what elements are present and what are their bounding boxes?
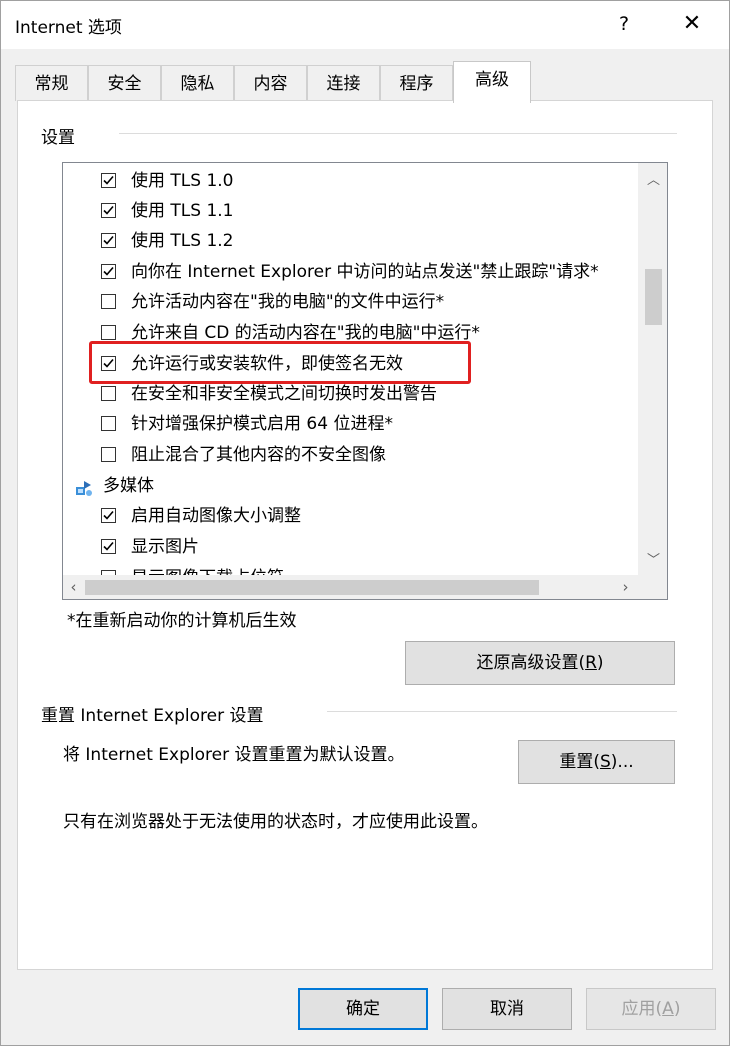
tab-security[interactable]: 安全 — [88, 65, 161, 101]
category-label: 多媒体 — [103, 476, 154, 496]
reset-description: 将 Internet Explorer 设置重置为默认设置。 — [63, 745, 405, 765]
tab-strip: 常规 安全 隐私 内容 连接 程序 高级 — [15, 61, 615, 103]
title-bar: Internet 选项 ? ✕ — [1, 1, 729, 49]
tab-content[interactable]: 内容 — [234, 65, 307, 101]
setting-label: 显示图像下载占位符 — [131, 563, 284, 575]
cancel-button[interactable]: 取消 — [442, 988, 572, 1030]
vertical-scrollbar[interactable]: ︿ ﹀ — [638, 163, 667, 575]
checkbox-checked[interactable] — [101, 173, 116, 188]
reset-button-mnemonic: S — [599, 752, 611, 772]
setting-label: 使用 TLS 1.0 — [131, 171, 234, 191]
tab-programs[interactable]: 程序 — [380, 65, 453, 101]
reset-group-divider — [327, 711, 677, 712]
checkbox-unchecked[interactable] — [101, 416, 116, 431]
checkbox-checked[interactable] — [101, 539, 116, 554]
checkbox-unchecked[interactable] — [101, 325, 116, 340]
checkbox-checked[interactable] — [101, 508, 116, 523]
settings-group-divider — [119, 133, 677, 134]
settings-group-label: 设置 — [41, 128, 75, 148]
checkbox-unchecked[interactable] — [101, 386, 116, 401]
restore-button-mnemonic: R — [585, 653, 597, 673]
dialog-title: Internet 选项 — [15, 18, 122, 38]
help-button[interactable]: ? — [599, 5, 649, 43]
multimedia-icon — [75, 477, 93, 507]
ok-button[interactable]: 确定 — [298, 988, 428, 1030]
checkbox-unchecked[interactable] — [101, 447, 116, 462]
checkbox-checked[interactable] — [101, 233, 116, 248]
tab-privacy[interactable]: 隐私 — [161, 65, 234, 101]
restore-advanced-settings-button[interactable]: 还原高级设置(R) — [405, 641, 675, 685]
apply-button-mnemonic: A — [662, 999, 674, 1019]
setting-label: 使用 TLS 1.2 — [131, 231, 234, 251]
internet-options-dialog: Internet 选项 ? ✕ 常规 安全 隐私 内容 连接 程序 高级 设置 … — [0, 0, 730, 1046]
scroll-down-arrow-icon[interactable]: ﹀ — [645, 549, 662, 568]
setting-label: 使用 TLS 1.1 — [131, 201, 234, 221]
tab-general[interactable]: 常规 — [15, 65, 88, 101]
tab-advanced[interactable]: 高级 — [453, 61, 531, 103]
restore-button-label: 还原高级设置 — [476, 653, 579, 673]
setting-label: 阻止混合了其他内容的不安全图像 — [131, 445, 386, 465]
reset-button[interactable]: 重置(S)... — [518, 740, 675, 784]
apply-button-label: 应用 — [621, 999, 656, 1019]
setting-label: 允许活动内容在"我的电脑"的文件中运行* — [131, 292, 445, 312]
setting-label: 启用自动图像大小调整 — [131, 506, 301, 526]
scroll-up-arrow-icon[interactable]: ︿ — [645, 169, 662, 188]
vertical-scroll-thumb[interactable] — [645, 269, 662, 325]
settings-list-viewport: 使用 TLS 1.0 使用 TLS 1.1 使用 TLS 1.2 向你在 Int… — [63, 163, 638, 575]
setting-label: 允许运行或安装软件，即使签名无效 — [131, 354, 403, 374]
scrollbar-corner — [638, 575, 667, 599]
setting-label: 在安全和非安全模式之间切换时发出警告 — [131, 384, 437, 404]
reset-button-label: 重置 — [559, 752, 594, 772]
restart-note: *在重新启动你的计算机后生效 — [67, 611, 297, 631]
reset-note: 只有在浏览器处于无法使用的状态时，才应使用此设置。 — [63, 812, 488, 832]
setting-label: 针对增强保护模式启用 64 位进程* — [131, 414, 393, 434]
setting-label: 允许来自 CD 的活动内容在"我的电脑"中运行* — [131, 323, 480, 343]
close-button[interactable]: ✕ — [665, 5, 719, 43]
setting-label: 显示图片 — [131, 537, 199, 557]
checkbox-checked[interactable] — [101, 264, 116, 279]
advanced-settings-list[interactable]: 使用 TLS 1.0 使用 TLS 1.1 使用 TLS 1.2 向你在 Int… — [62, 162, 668, 600]
reset-group-label: 重置 Internet Explorer 设置 — [41, 706, 264, 726]
setting-label: 向你在 Internet Explorer 中访问的站点发送"禁止跟踪"请求* — [131, 262, 599, 282]
reset-button-suffix: ... — [617, 752, 634, 772]
apply-button[interactable]: 应用(A) — [586, 988, 716, 1030]
checkbox-checked[interactable] — [101, 356, 116, 371]
scroll-right-arrow-icon[interactable]: › — [618, 578, 633, 596]
checkbox-unchecked[interactable] — [101, 294, 116, 309]
horizontal-scroll-thumb[interactable] — [85, 580, 539, 595]
tab-connections[interactable]: 连接 — [307, 65, 380, 101]
horizontal-scrollbar[interactable]: ‹ › — [63, 575, 638, 599]
scroll-left-arrow-icon[interactable]: ‹ — [66, 578, 81, 596]
checkbox-checked[interactable] — [101, 203, 116, 218]
